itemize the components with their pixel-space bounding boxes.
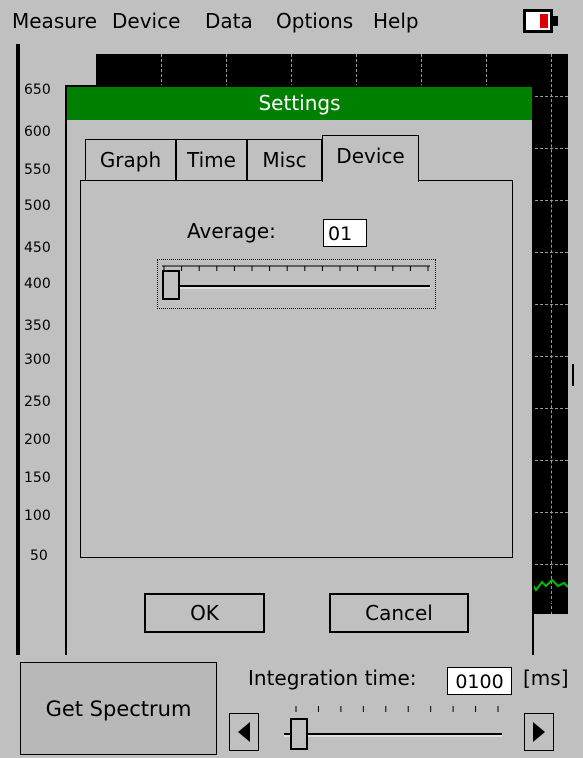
cancel-button[interactable]: Cancel [329, 593, 469, 633]
menu-device[interactable]: Device [112, 9, 180, 33]
battery-icon [523, 9, 553, 33]
tab-graph[interactable]: Graph [85, 139, 176, 181]
average-label: Average: [187, 219, 276, 243]
y-tick-label: 500 [24, 198, 51, 214]
integration-time-unit: [ms] [523, 666, 569, 690]
right-arrow-icon[interactable] [524, 713, 554, 751]
menu-bar: Measure Device Data Options Help [0, 0, 583, 44]
menu-data[interactable]: Data [205, 9, 253, 33]
average-value-field[interactable]: 01 [323, 219, 367, 247]
x-tick-label: 760 [530, 600, 557, 616]
integration-slider-thumb[interactable] [290, 718, 308, 750]
y-tick-label: 100 [24, 508, 51, 524]
y-tick-label: 550 [24, 162, 51, 178]
y-tick-label: 150 [24, 470, 51, 486]
y-tick-label: 50 [30, 548, 48, 564]
average-slider-track [162, 265, 430, 289]
menu-help[interactable]: Help [373, 9, 419, 33]
plot-marker [572, 364, 577, 386]
y-tick-label: 650 [24, 82, 51, 98]
integration-time-slider[interactable] [266, 700, 520, 752]
y-tick-label: 200 [24, 432, 51, 448]
device-tab-panel: Average: 01 [80, 180, 513, 558]
tab-time[interactable]: Time [176, 139, 247, 181]
integration-time-field[interactable]: 0100 [447, 667, 512, 695]
settings-dialog: Settings Graph Time Misc Device Average:… [65, 85, 534, 661]
menu-measure[interactable]: Measure [12, 9, 97, 33]
integration-time-label: Integration time: [248, 666, 417, 690]
y-tick-label: 600 [24, 124, 51, 140]
tab-misc[interactable]: Misc [247, 139, 322, 181]
dialog-title: Settings [67, 87, 532, 120]
ok-button[interactable]: OK [144, 593, 265, 633]
y-tick-label: 250 [24, 394, 51, 410]
tab-device[interactable]: Device [322, 135, 419, 182]
battery-tip [553, 16, 558, 26]
y-tick-label: 350 [24, 318, 51, 334]
y-tick-label: 300 [24, 352, 51, 368]
average-slider-thumb[interactable] [162, 270, 180, 300]
average-slider[interactable] [157, 259, 436, 309]
active-tab-joiner [323, 179, 418, 182]
menu-options[interactable]: Options [276, 9, 353, 33]
y-tick-label: 450 [24, 240, 51, 256]
get-spectrum-button[interactable]: Get Spectrum [20, 662, 217, 755]
left-arrow-icon[interactable] [229, 713, 259, 751]
y-tick-label: 400 [24, 276, 51, 292]
